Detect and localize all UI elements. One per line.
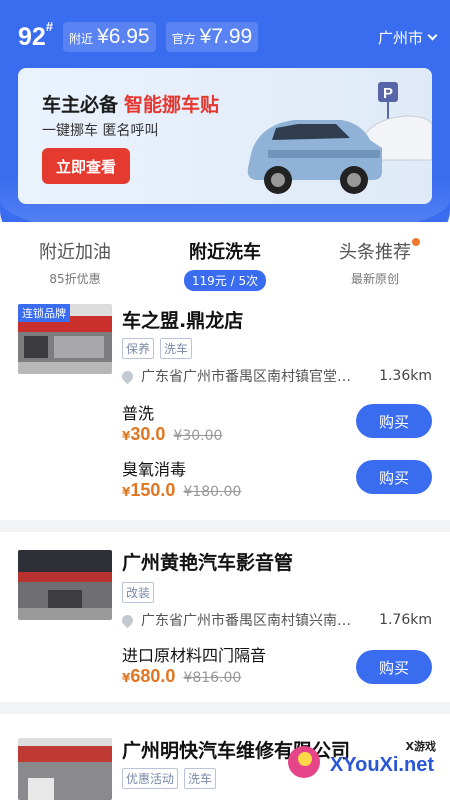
shop-name: 车之盟.鼎龙店 <box>122 310 244 332</box>
tag: 优惠活动 <box>122 768 179 789</box>
notification-dot <box>412 238 420 246</box>
shop-card[interactable]: 连锁品牌 车之盟.鼎龙店 保养 洗车 广东省广州市番禺区南村镇官堂… 1.36k… <box>0 294 450 520</box>
banner-subtitle: 一键挪车 匿名呼叫 <box>42 123 159 139</box>
promo-banner[interactable]: 车主必备 智能挪车贴 一键挪车 匿名呼叫 立即查看 P <box>18 68 432 204</box>
buy-button[interactable]: 购买 <box>356 460 432 494</box>
shop-photo <box>18 738 112 800</box>
car-illustration: P <box>247 82 432 194</box>
tab-nearby-fuel[interactable]: 附近加油 85折优惠 <box>0 238 150 287</box>
svg-text:P: P <box>383 85 393 102</box>
chain-brand-badge: 连锁品牌 <box>18 304 70 322</box>
tag: 洗车 <box>184 768 217 789</box>
shop-photo <box>18 550 112 620</box>
tab-headlines[interactable]: 头条推荐 最新原创 <box>300 238 450 287</box>
oil-price-bar: 92# 附近 ¥6.95 官方 ¥7.99 广州市 <box>18 19 438 54</box>
shop-card[interactable]: 广州黄艳汽车影音管 改装 广东省广州市番禺区南村镇兴南… 1.76km 进口原材… <box>0 532 450 702</box>
shop-tags: 优惠活动 洗车 <box>122 768 217 789</box>
tag: 改装 <box>122 582 155 603</box>
banner-title: 车主必备 智能挪车贴 <box>42 94 220 116</box>
site-watermark: X游戏 XYouXi.net <box>274 738 444 788</box>
buy-button[interactable]: 购买 <box>356 404 432 438</box>
service-name: 臭氧消毒 <box>122 460 187 479</box>
location-pin-icon <box>119 612 136 628</box>
service-name: 进口原材料四门隔音 <box>122 646 267 665</box>
service-price: ¥680.0 ¥816.00 <box>122 666 242 686</box>
shop-address: 广东省广州市番禺区南村镇兴南… <box>141 613 351 629</box>
view-now-button[interactable]: 立即查看 <box>42 148 130 184</box>
shop-address: 广东省广州市番禺区南村镇官堂… <box>141 369 351 385</box>
official-price-chip: 官方 ¥7.99 <box>165 22 259 52</box>
address-row: 广东省广州市番禺区南村镇官堂… 1.36km <box>119 366 432 386</box>
address-row: 广东省广州市番禺区南村镇兴南… 1.76km <box>119 610 432 630</box>
gamepad-logo-icon <box>288 746 320 778</box>
nearby-price-chip: 附近 ¥6.95 <box>63 22 156 52</box>
buy-button[interactable]: 购买 <box>356 650 432 684</box>
shop-distance: 1.36km <box>379 368 432 384</box>
service-name: 普洗 <box>122 404 155 423</box>
city-selector[interactable]: 广州市 <box>378 27 438 48</box>
chevron-down-icon <box>427 30 438 40</box>
category-tabs: 附近加油 85折优惠 附近洗车 119元 / 5次 头条推荐 最新原创 <box>0 222 450 294</box>
oil-type: 92# <box>18 19 54 51</box>
service-price: ¥150.0 ¥180.00 <box>122 480 242 500</box>
shop-tags: 保养 洗车 <box>122 338 193 359</box>
shop-tags: 改装 <box>122 582 155 603</box>
shop-distance: 1.76km <box>379 612 432 628</box>
location-pin-icon <box>119 368 136 384</box>
shop-photo: 连锁品牌 <box>18 304 112 374</box>
service-price: ¥30.0 ¥30.00 <box>122 424 223 444</box>
tab-nearby-carwash[interactable]: 附近洗车 119元 / 5次 <box>150 238 300 291</box>
tag: 洗车 <box>160 338 193 359</box>
shop-name: 广州黄艳汽车影音管 <box>122 552 294 574</box>
tag: 保养 <box>122 338 155 359</box>
